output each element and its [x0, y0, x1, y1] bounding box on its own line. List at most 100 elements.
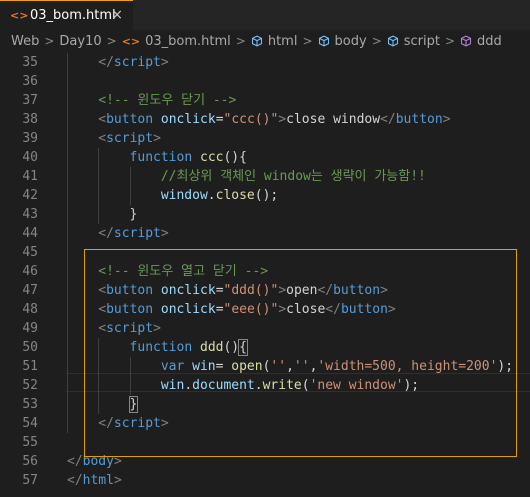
- line-number: 38: [22, 112, 38, 127]
- code-line: 38 <button onclick="ccc()">close window</…: [0, 110, 530, 129]
- code-token: script: [106, 131, 154, 146]
- code-text: window.close();: [161, 186, 278, 205]
- code-line: 39 <script>: [0, 129, 530, 148]
- line-number: 55: [22, 435, 38, 450]
- cube-icon: [251, 35, 262, 47]
- line-number: 36: [22, 74, 38, 89]
- code-line: 35 </script>: [0, 53, 530, 72]
- breadcrumb-item-body[interactable]: body: [335, 34, 367, 49]
- line-number: 43: [22, 207, 38, 222]
- chevron-right-icon: >: [444, 34, 456, 48]
- code-token: >: [442, 112, 451, 127]
- line-number: 41: [22, 169, 38, 184]
- cube-icon: [318, 35, 329, 47]
- breadcrumb: Web > Day10 > <> 03_bom.html > html > bo…: [0, 30, 530, 52]
- code-token: </: [98, 226, 114, 241]
- code-text: }: [130, 205, 138, 224]
- breadcrumb-item-file[interactable]: 03_bom.html: [145, 34, 231, 49]
- line-number: 52: [22, 378, 38, 393]
- chevron-right-icon: >: [302, 34, 313, 48]
- code-line: 36: [0, 72, 530, 91]
- code-token: >: [278, 112, 287, 127]
- code-text: </html>: [67, 471, 122, 490]
- breadcrumb-item-script[interactable]: script: [404, 34, 440, 49]
- line-number: 40: [22, 150, 38, 165]
- code-editor[interactable]: 35 </script> 36 37 <!-- 윈도우 닫기 --> 38 <button …: [0, 52, 530, 497]
- code-line: 42 window.close();: [0, 186, 530, 205]
- code-token: >: [160, 55, 169, 70]
- selection-highlight-box: [84, 249, 517, 457]
- line-number: 46: [22, 264, 38, 279]
- code-token: (){: [223, 150, 247, 165]
- code-text: </script>: [98, 224, 168, 243]
- breadcrumb-item-day10[interactable]: Day10: [59, 34, 101, 49]
- line-number: 44: [22, 226, 38, 241]
- line-number: 39: [22, 131, 38, 146]
- code-token: script: [113, 226, 161, 241]
- line-number: 50: [22, 340, 38, 355]
- line-number: 49: [22, 321, 38, 336]
- line-number: 42: [22, 188, 38, 203]
- chevron-right-icon: >: [106, 34, 117, 48]
- code-token: >: [153, 131, 161, 146]
- breadcrumb-item-ddd[interactable]: ddd: [477, 34, 502, 49]
- code-token: button: [395, 112, 443, 127]
- tab-03-bom-html[interactable]: <> 03_bom.html ×: [0, 0, 133, 30]
- code-token: </: [67, 473, 83, 488]
- code-token: ccc: [200, 150, 224, 165]
- code-token: =: [215, 112, 224, 127]
- code-text: </script>: [98, 53, 168, 72]
- line-number: 47: [22, 283, 38, 298]
- cube-icon: [387, 35, 398, 47]
- code-text: <!-- 윈도우 닫기 -->: [98, 91, 236, 110]
- code-line: 41 //최상위 객체인 window는 생략이 가능함!!: [0, 167, 530, 186]
- line-number: 51: [22, 359, 38, 374]
- line-number: 53: [22, 397, 38, 412]
- line-number: 37: [22, 93, 38, 108]
- html-file-icon: <>: [10, 9, 29, 22]
- code-token: window: [160, 188, 208, 203]
- code-token: <: [98, 131, 107, 146]
- tab-filename: 03_bom.html: [30, 8, 116, 23]
- line-number: 54: [22, 416, 38, 431]
- code-token: </: [380, 112, 396, 127]
- code-token: .: [207, 188, 216, 203]
- code-token: <!-- 윈도우 닫기 -->: [98, 93, 237, 108]
- breadcrumb-item-web[interactable]: Web: [11, 34, 39, 49]
- breadcrumb-item-html[interactable]: html: [268, 34, 298, 49]
- code-token: "ccc()": [223, 112, 279, 127]
- line-number: 56: [22, 454, 38, 469]
- code-line: 37 <!-- 윈도우 닫기 -->: [0, 91, 530, 110]
- code-token: </: [67, 454, 83, 469]
- tab-bar: <> 03_bom.html ×: [0, 0, 530, 30]
- line-number: 45: [22, 245, 38, 260]
- code-token: >: [113, 473, 122, 488]
- code-text: function ccc(){: [130, 148, 247, 167]
- line-number: 35: [22, 55, 38, 70]
- code-token: close: [215, 188, 255, 203]
- code-text: //최상위 객체인 window는 생략이 가능함!!: [161, 167, 426, 186]
- html-file-icon: <>: [121, 34, 141, 48]
- code-token: </: [98, 55, 114, 70]
- code-token: script: [113, 55, 161, 70]
- code-token: //최상위 객체인 window는 생략이 가능함!!: [160, 169, 426, 184]
- code-token: html: [82, 473, 114, 488]
- line-number: 57: [22, 473, 38, 488]
- code-token: >: [160, 226, 169, 241]
- code-line: 43}: [0, 205, 530, 224]
- code-token: button: [106, 112, 154, 127]
- code-token: onclick: [160, 112, 216, 127]
- method-cube-icon: [461, 35, 472, 47]
- code-text: <script>: [98, 129, 161, 148]
- line-number: 48: [22, 302, 38, 317]
- chevron-right-icon: >: [371, 34, 382, 48]
- close-icon[interactable]: ×: [111, 7, 123, 23]
- code-token: ();: [254, 188, 279, 203]
- code-token: close window: [286, 112, 381, 127]
- chevron-right-icon: >: [235, 34, 246, 48]
- code-line: 40 function ccc(){: [0, 148, 530, 167]
- chevron-right-icon: >: [44, 34, 55, 48]
- code-token: <: [98, 112, 107, 127]
